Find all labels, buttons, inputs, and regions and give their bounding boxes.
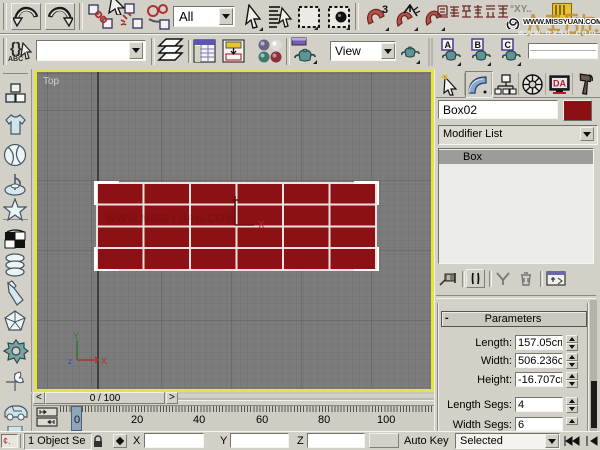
svg-text:z: z xyxy=(68,357,72,366)
svg-text:Y: Y xyxy=(73,331,79,341)
svg-text:X: X xyxy=(258,220,265,231)
svg-text:B: B xyxy=(475,40,482,50)
svg-text:A: A xyxy=(445,40,452,50)
svg-text:X: X xyxy=(101,356,107,366)
svg-text:3: 3 xyxy=(382,4,388,16)
svg-text:C: C xyxy=(505,40,512,50)
svg-text:DA: DA xyxy=(553,79,566,89)
